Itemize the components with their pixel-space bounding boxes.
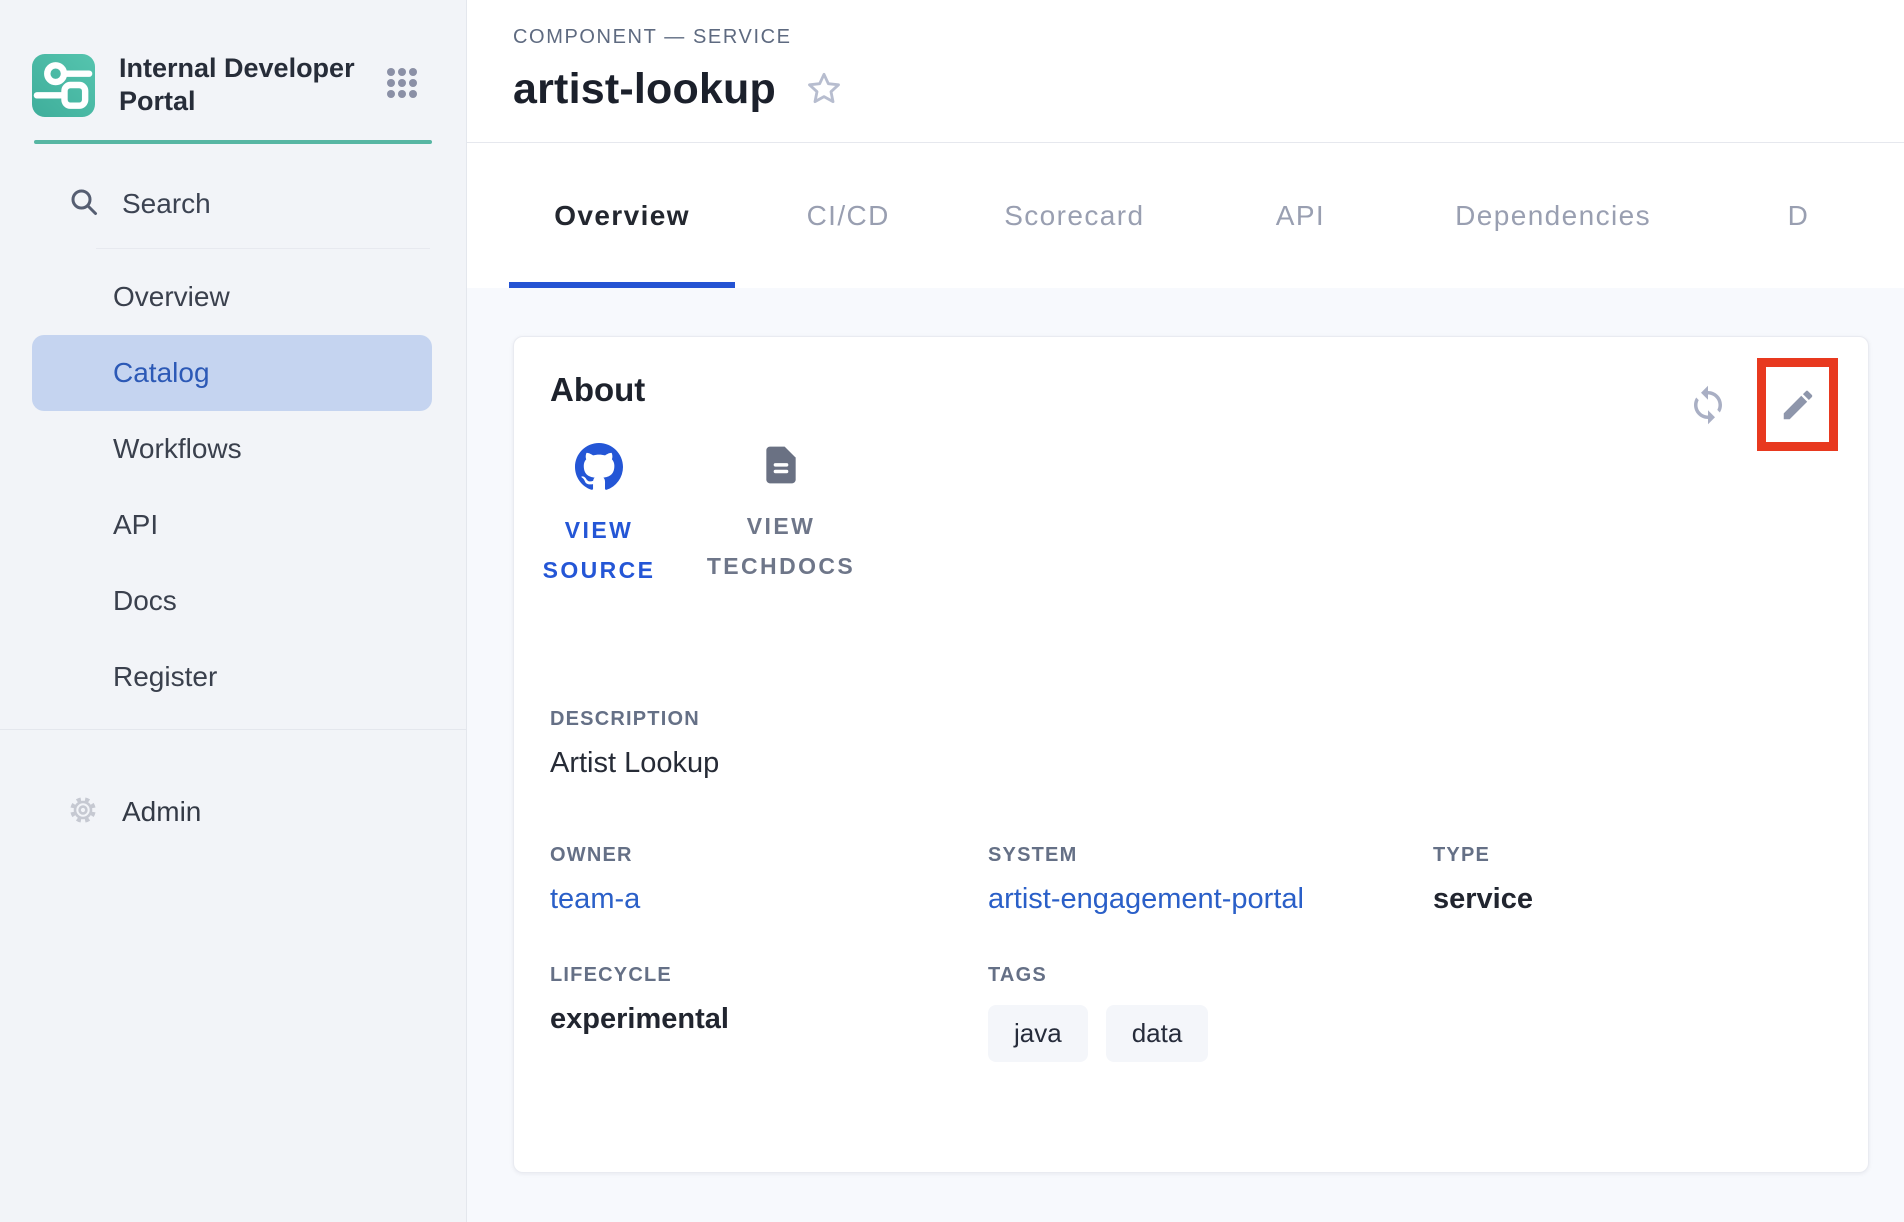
refresh-icon[interactable] xyxy=(1687,384,1729,426)
tab-label: Overview xyxy=(554,200,690,232)
link-label-line: VIEW xyxy=(565,517,633,543)
field-label: DESCRIPTION xyxy=(550,708,1832,731)
sidebar-item-catalog[interactable]: Catalog xyxy=(32,335,432,411)
tab-label: D xyxy=(1788,200,1810,232)
system-link[interactable]: artist-engagement-portal xyxy=(988,883,1433,916)
view-techdocs-link[interactable]: VIEW TECHDOCS xyxy=(706,443,856,590)
tag-chip[interactable]: data xyxy=(1106,1005,1209,1062)
annotation-highlight-box xyxy=(1757,358,1838,451)
field-label: SYSTEM xyxy=(988,844,1433,867)
entity-tabs: Overview CI/CD Scorecard API Dependencie… xyxy=(467,143,1904,288)
lifecycle-value: experimental xyxy=(550,1003,988,1036)
tab-scorecard[interactable]: Scorecard xyxy=(961,143,1187,288)
field-label: LIFECYCLE xyxy=(550,964,988,987)
brand-divider xyxy=(34,140,432,144)
field-system: SYSTEM artist-engagement-portal xyxy=(988,844,1433,916)
gear-icon xyxy=(66,793,100,832)
tag-chips: java data xyxy=(988,1005,1433,1062)
sidebar-item-label: Workflows xyxy=(113,433,242,465)
page-title: artist-lookup xyxy=(513,65,776,114)
tab-api[interactable]: API xyxy=(1187,143,1413,288)
field-type: TYPE service xyxy=(1433,844,1832,916)
sidebar-item-docs[interactable]: Docs xyxy=(0,563,466,639)
techdocs-document-icon xyxy=(759,443,803,492)
sidebar-item-overview[interactable]: Overview xyxy=(0,259,466,335)
field-lifecycle: LIFECYCLE experimental xyxy=(550,964,988,1062)
sidebar-item-workflows[interactable]: Workflows xyxy=(0,411,466,487)
tab-dependencies[interactable]: Dependencies xyxy=(1414,143,1693,288)
sidebar-item-label: Catalog xyxy=(113,357,210,389)
apps-grid-icon[interactable] xyxy=(384,65,420,106)
field-label: TYPE xyxy=(1433,844,1832,867)
app-logo-icon xyxy=(32,54,95,117)
app-title: Internal Developer Portal xyxy=(119,52,359,118)
page-header: COMPONENT — SERVICE artist-lookup xyxy=(467,0,1904,143)
divider xyxy=(96,248,430,249)
admin-label: Admin xyxy=(122,796,201,828)
view-techdocs-label: VIEW TECHDOCS xyxy=(707,506,855,586)
favorite-star-icon[interactable] xyxy=(804,69,844,114)
sidebar-item-label: Register xyxy=(113,661,217,693)
description-value: Artist Lookup xyxy=(550,747,1832,780)
search-label: Search xyxy=(122,188,211,220)
view-source-label: VIEW SOURCE xyxy=(543,510,656,590)
field-tags: TAGS java data xyxy=(988,964,1433,1062)
tab-label: Scorecard xyxy=(1004,200,1144,232)
search-icon xyxy=(68,186,100,223)
about-fields-grid: OWNER team-a SYSTEM artist-engagement-po… xyxy=(550,844,1832,1062)
tab-overview[interactable]: Overview xyxy=(509,143,735,288)
brand-row: Internal Developer Portal xyxy=(0,0,466,118)
sidebar-item-admin[interactable]: Admin xyxy=(0,774,466,850)
link-label-line: TECHDOCS xyxy=(707,553,855,579)
sidebar: Internal Developer Portal Search Overvie… xyxy=(0,0,467,1222)
tag-chip[interactable]: java xyxy=(988,1005,1088,1062)
tab-truncated[interactable]: D xyxy=(1693,143,1904,288)
owner-link[interactable]: team-a xyxy=(550,883,988,916)
sidebar-item-label: Docs xyxy=(113,585,177,617)
sidebar-item-label: Overview xyxy=(113,281,230,313)
tab-label: CI/CD xyxy=(807,200,890,232)
sidebar-item-api[interactable]: API xyxy=(0,487,466,563)
link-label-line: VIEW xyxy=(747,513,815,539)
about-card-actions xyxy=(1687,358,1838,451)
link-label-line: SOURCE xyxy=(543,557,656,583)
sidebar-nav: Overview Catalog Workflows API Docs Regi… xyxy=(0,259,466,715)
github-icon xyxy=(575,443,623,496)
divider xyxy=(0,729,466,730)
about-card-title: About xyxy=(550,365,1832,409)
type-value: service xyxy=(1433,883,1832,916)
view-source-link[interactable]: VIEW SOURCE xyxy=(524,443,674,590)
entity-links: VIEW SOURCE VIEW TECHDOCS xyxy=(524,443,1832,590)
entity-kind-eyebrow: COMPONENT — SERVICE xyxy=(513,26,1904,49)
tab-label: API xyxy=(1276,200,1325,232)
field-owner: OWNER team-a xyxy=(550,844,988,916)
about-card: About xyxy=(513,336,1869,1173)
sidebar-search[interactable]: Search xyxy=(0,172,466,236)
field-description: DESCRIPTION Artist Lookup xyxy=(550,708,1832,780)
tab-cicd[interactable]: CI/CD xyxy=(735,143,961,288)
field-label: OWNER xyxy=(550,844,988,867)
grid-spacer xyxy=(1433,964,1832,1062)
tab-content: About xyxy=(467,288,1904,1222)
main-area: COMPONENT — SERVICE artist-lookup Overvi… xyxy=(467,0,1904,1222)
sidebar-item-register[interactable]: Register xyxy=(0,639,466,715)
tab-label: Dependencies xyxy=(1455,200,1651,232)
sidebar-item-label: API xyxy=(113,509,158,541)
edit-pencil-icon[interactable] xyxy=(1779,386,1817,424)
field-label: TAGS xyxy=(988,964,1433,987)
